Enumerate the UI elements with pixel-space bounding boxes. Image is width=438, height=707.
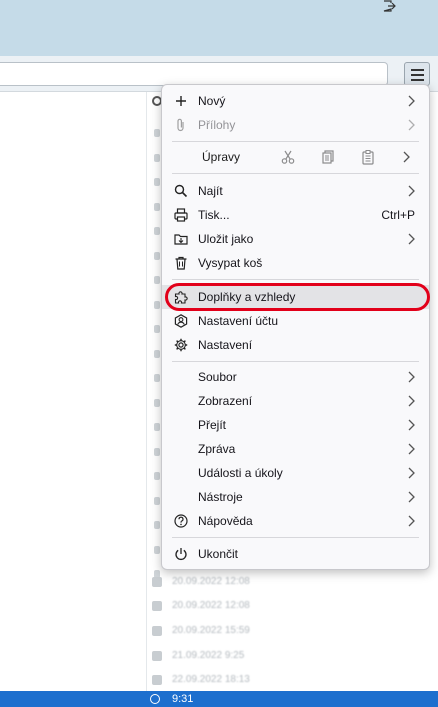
- menu-item-settings[interactable]: Nastavení: [162, 333, 429, 357]
- paperclip-icon: [177, 118, 184, 132]
- menu-item-quit[interactable]: Ukončit: [162, 542, 429, 566]
- trash-icon: [175, 256, 187, 270]
- hamburger-icon: [411, 69, 424, 71]
- search-icon: [174, 184, 188, 198]
- save-icon: [174, 234, 188, 245]
- exit-icon[interactable]: [382, 0, 396, 12]
- menu-item-view[interactable]: Zobrazení: [162, 389, 429, 413]
- thread-icon: [150, 694, 160, 704]
- chevron-right-icon[interactable]: [400, 151, 412, 163]
- menu-item-tools[interactable]: Nástroje: [162, 485, 429, 509]
- menu-item-account-settings[interactable]: Nastavení účtu: [162, 309, 429, 333]
- menu-item-new[interactable]: Nový: [162, 89, 429, 113]
- highlight-ring: [165, 283, 430, 311]
- menu-item-file[interactable]: Soubor: [162, 365, 429, 389]
- menu-item-attachments[interactable]: Přílohy: [162, 113, 429, 137]
- chevron-right-icon: [408, 185, 415, 197]
- menu-item-print[interactable]: Tisk... Ctrl+P: [162, 203, 429, 227]
- chevron-right-icon: [408, 95, 415, 107]
- power-icon: [175, 548, 187, 561]
- plus-icon: [176, 96, 186, 106]
- menu-item-events-tasks[interactable]: Události a úkoly: [162, 461, 429, 485]
- menu-item-message[interactable]: Zpráva: [162, 437, 429, 461]
- account-icon: [174, 314, 188, 328]
- chevron-right-icon: [408, 233, 415, 245]
- app-menu-button[interactable]: [404, 62, 430, 86]
- menu-item-save-as[interactable]: Uložit jako: [162, 227, 429, 251]
- scissors-icon[interactable]: [280, 149, 296, 165]
- chevron-right-icon: [408, 419, 415, 431]
- chevron-right-icon: [408, 515, 415, 527]
- menu-item-go[interactable]: Přejít: [162, 413, 429, 437]
- paste-icon[interactable]: [360, 149, 376, 165]
- chevron-right-icon: [408, 371, 415, 383]
- app-menu: Nový Přílohy Úpravy Najít Tisk... Ctrl+P…: [161, 84, 430, 570]
- title-bar: [0, 0, 438, 56]
- printer-icon: [174, 208, 188, 222]
- copy-icon[interactable]: [320, 149, 336, 165]
- chevron-right-icon: [408, 467, 415, 479]
- menu-item-empty-trash[interactable]: Vysypat koš: [162, 251, 429, 275]
- help-icon: [174, 514, 188, 528]
- chevron-right-icon: [408, 491, 415, 503]
- chevron-right-icon: [408, 119, 415, 131]
- edit-row: Úpravy: [162, 145, 429, 169]
- chevron-right-icon: [408, 443, 415, 455]
- search-input[interactable]: [0, 62, 388, 86]
- gear-icon: [174, 338, 188, 352]
- menu-item-find[interactable]: Najít: [162, 179, 429, 203]
- menu-item-help[interactable]: Nápověda: [162, 509, 429, 533]
- selected-list-item[interactable]: 9:31: [0, 691, 438, 707]
- chevron-right-icon: [408, 395, 415, 407]
